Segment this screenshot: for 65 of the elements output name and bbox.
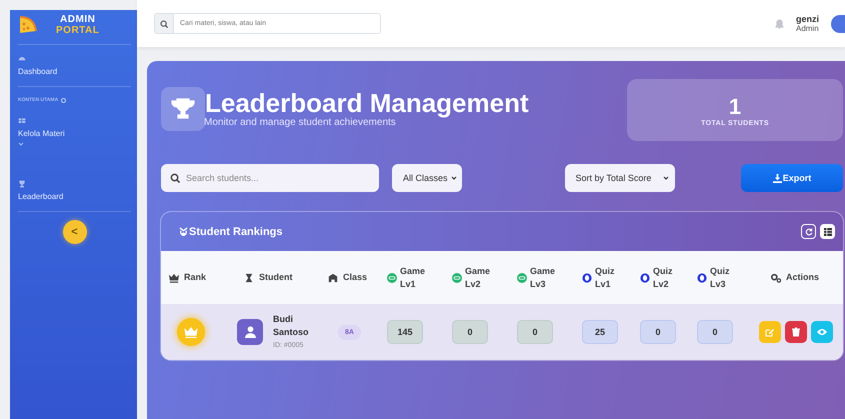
export-button[interactable]: Export xyxy=(741,164,843,192)
column-header: Rank xyxy=(184,271,206,284)
gears-icon xyxy=(771,272,781,282)
student-name: Budi Santoso xyxy=(273,312,310,338)
column-header: Game Lv1 xyxy=(400,264,426,290)
score-chip: 0 xyxy=(697,320,733,344)
score-chip: 145 xyxy=(387,320,423,344)
eye-icon xyxy=(817,327,827,337)
ring-icon xyxy=(582,272,592,282)
collapse-button[interactable]: < xyxy=(62,220,86,244)
ring-icon xyxy=(640,272,650,282)
brand-title: ADMIN xyxy=(60,14,96,25)
search-icon xyxy=(170,173,180,183)
column-header: Quiz Lv3 xyxy=(710,264,730,290)
column-header: Quiz Lv1 xyxy=(595,264,616,290)
avatar xyxy=(831,14,845,32)
hourglass-icon xyxy=(244,272,254,282)
column-header: Actions xyxy=(786,271,820,284)
stat-value: 1 xyxy=(728,94,742,120)
column-header: Class xyxy=(343,271,368,284)
edit-icon xyxy=(765,327,775,337)
search-field[interactable]: Search students... xyxy=(161,164,379,192)
column-header: Game Lv3 xyxy=(530,264,556,290)
school-icon xyxy=(328,272,338,282)
brand-subtitle: PORTAL xyxy=(56,25,100,36)
sidebar-item[interactable]: Kelola Materi xyxy=(18,129,131,138)
crown-icon xyxy=(169,272,179,282)
table-icon xyxy=(824,228,832,236)
sort-select[interactable]: Sort by Total Score xyxy=(564,164,676,192)
gamepad-icon xyxy=(452,272,462,282)
search-icon xyxy=(160,20,168,28)
bell-icon xyxy=(774,18,784,28)
delete-button[interactable] xyxy=(785,321,807,343)
page-title: Leaderboard Management xyxy=(205,89,529,117)
download-icon xyxy=(772,174,782,182)
user-name: genzi xyxy=(796,14,819,24)
score-chip: 0 xyxy=(452,320,488,344)
trophy-icon xyxy=(18,180,26,188)
score-chip: 25 xyxy=(582,320,618,344)
trash-icon xyxy=(791,327,801,337)
sidebar-item[interactable]: Leaderboard xyxy=(18,192,131,201)
score-chip: 0 xyxy=(640,320,676,344)
sidebar-item[interactable]: Dashboard xyxy=(18,67,131,76)
grid-icon xyxy=(18,117,26,125)
class-select[interactable]: All Classes xyxy=(392,164,462,192)
dashboard-icon xyxy=(18,55,26,63)
refresh-icon xyxy=(804,228,812,236)
refresh-button[interactable] xyxy=(801,224,816,239)
gamepad-icon xyxy=(517,272,527,282)
person-icon xyxy=(244,326,256,338)
column-header: Student xyxy=(259,271,292,284)
table-view-button[interactable] xyxy=(820,224,835,239)
caret-icon xyxy=(450,176,457,180)
caret-icon xyxy=(663,176,670,180)
score-chip: 0 xyxy=(517,320,553,344)
trophy-icon xyxy=(171,98,195,120)
gamepad-icon xyxy=(387,272,397,282)
ring-icon xyxy=(697,272,707,282)
user-role: Admin xyxy=(796,24,819,33)
column-header: Game Lv2 xyxy=(465,264,492,290)
column-header: Quiz Lv2 xyxy=(653,264,674,290)
crown-icon xyxy=(184,326,198,338)
card-title: Student Rankings xyxy=(189,226,283,238)
pizza-logo-icon xyxy=(18,15,38,35)
page-subtitle: Monitor and manage student achievements xyxy=(204,117,396,128)
